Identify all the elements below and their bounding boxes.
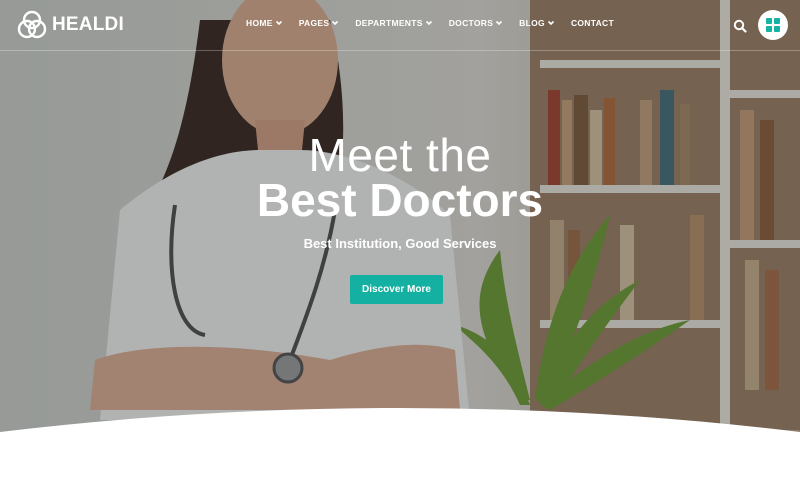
main-nav: HOME PAGES DEPARTMENTS DOCTORS BLOG CONT… <box>246 18 614 28</box>
hero-title-line2: Best Doctors <box>256 174 544 226</box>
grid-menu-icon <box>766 18 780 32</box>
search-icon[interactable] <box>733 19 747 33</box>
chevron-down-icon <box>547 20 555 26</box>
nav-item-departments[interactable]: DEPARTMENTS <box>355 18 432 28</box>
menu-button[interactable] <box>758 10 788 40</box>
nav-item-pages[interactable]: PAGES <box>299 18 340 28</box>
discover-more-button[interactable]: Discover More <box>350 275 443 304</box>
nav-item-label: PAGES <box>298 18 330 28</box>
nav-item-label: CONTACT <box>570 18 614 28</box>
nav-item-label: BLOG <box>519 18 545 28</box>
wave-divider <box>0 408 800 500</box>
chevron-down-icon <box>332 20 339 26</box>
site-header: HEALDI HOME PAGES DEPARTMENTS DOCTORS BL… <box>0 0 800 51</box>
nav-item-blog[interactable]: BLOG <box>519 18 555 28</box>
nav-item-label: DEPARTMENTS <box>355 18 423 28</box>
chevron-down-icon <box>275 20 282 26</box>
logo-icon <box>17 10 47 39</box>
nav-item-contact[interactable]: CONTACT <box>571 18 614 28</box>
brand-logo[interactable]: HEALDI <box>16 10 124 40</box>
nav-item-doctors[interactable]: DOCTORS <box>449 18 503 28</box>
chevron-down-icon <box>496 20 503 26</box>
hero-title-line1: Meet the <box>308 129 492 181</box>
nav-item-label: DOCTORS <box>448 18 494 28</box>
chevron-down-icon <box>425 20 432 26</box>
hero-subtitle: Best Institution, Good Services <box>303 236 497 251</box>
nav-item-label: HOME <box>246 18 273 28</box>
nav-item-home[interactable]: HOME <box>246 18 283 28</box>
hero-section: HEALDI HOME PAGES DEPARTMENTS DOCTORS BL… <box>0 0 800 500</box>
brand-name: HEALDI <box>52 14 124 35</box>
